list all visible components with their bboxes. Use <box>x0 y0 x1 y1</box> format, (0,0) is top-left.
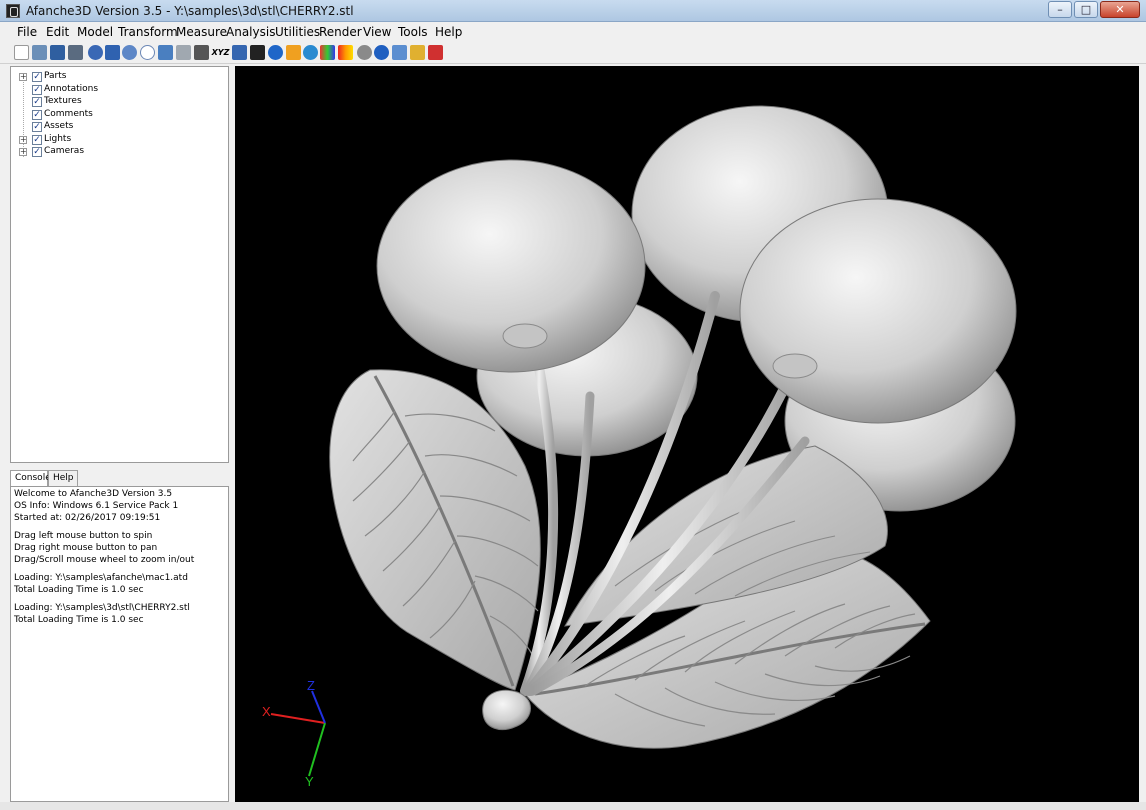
axes-triad: X Y Z <box>262 678 326 789</box>
color-bar-icon[interactable] <box>338 45 353 60</box>
y-axis <box>308 722 326 777</box>
tree-item-label: Comments <box>44 108 93 119</box>
tree-item-textures[interactable]: ✓ Textures <box>11 96 211 109</box>
console-line: Drag/Scroll mouse wheel to zoom in/out <box>14 555 195 565</box>
minimize-button[interactable]: – <box>1048 1 1072 18</box>
tree-item-assets[interactable]: ✓ Assets <box>11 121 211 134</box>
new-icon[interactable] <box>14 45 29 60</box>
checkbox-checked-icon[interactable]: ✓ <box>32 134 42 145</box>
right-edge <box>1139 66 1146 802</box>
maximize-button[interactable]: □ <box>1074 1 1098 18</box>
console-line: Loading: Y:\samples\afanche\mac1.atd <box>14 573 188 583</box>
tab-help[interactable]: Help <box>48 470 78 486</box>
y-axis-label: Y <box>305 774 314 789</box>
checkbox-checked-icon[interactable]: ✓ <box>32 147 42 157</box>
x-axis <box>270 713 326 724</box>
console-line: Drag right mouse button to pan <box>14 543 158 553</box>
checkbox-checked-icon[interactable]: ✓ <box>32 97 42 107</box>
save-icon[interactable] <box>50 45 65 60</box>
menu-edit[interactable]: Edit <box>46 25 69 39</box>
z-axis-label: Z <box>307 678 315 693</box>
layers-icon[interactable] <box>158 45 173 60</box>
console-output: Welcome to Afanche3D Version 3.5 OS Info… <box>10 486 229 802</box>
menu-measure[interactable]: Measure <box>176 25 227 39</box>
comment-icon[interactable] <box>140 45 155 60</box>
menu-analysis[interactable]: Analysis <box>226 25 275 39</box>
z-axis <box>311 690 326 724</box>
tree-item-label: Textures <box>44 96 82 106</box>
3d-viewport[interactable]: X Y Z <box>235 66 1139 802</box>
menu-file[interactable]: File <box>17 25 37 39</box>
help-icon[interactable] <box>374 45 389 60</box>
model-tree: + ✓ Parts ✓ Annotations ✓ Textures ✓ Com… <box>10 66 229 463</box>
measure-icon[interactable] <box>232 45 247 60</box>
console-line: Drag left mouse button to spin <box>14 531 153 541</box>
menu-bar: File Edit Model Transform Measure Analys… <box>0 22 1146 42</box>
open-icon[interactable] <box>32 45 47 60</box>
console-line: Total Loading Time is 1.0 sec <box>14 615 144 625</box>
cherry-model-render: X Y Z <box>262 105 1017 789</box>
console-line: Started at: 02/26/2017 09:19:51 <box>14 513 161 523</box>
snapshot-icon[interactable] <box>286 45 301 60</box>
tree-item-parts[interactable]: + ✓ Parts <box>11 71 211 84</box>
pen-icon[interactable] <box>410 45 425 60</box>
expand-icon[interactable]: + <box>19 148 27 156</box>
tree-item-label: Lights <box>44 133 72 144</box>
link-icon[interactable] <box>122 45 137 60</box>
stem-knot <box>482 689 531 730</box>
status-bar <box>0 802 1146 810</box>
checkbox-checked-icon[interactable]: ✓ <box>32 122 42 132</box>
console-line: Total Loading Time is 1.0 sec <box>14 585 144 595</box>
xyz-icon[interactable]: XYZ <box>212 45 230 60</box>
menu-transform[interactable]: Transform <box>118 25 178 39</box>
camera-icon[interactable] <box>194 45 209 60</box>
tab-console[interactable]: Console <box>10 470 51 487</box>
console-line: Loading: Y:\samples\3d\stl\CHERRY2.stl <box>14 603 190 613</box>
printer-icon[interactable] <box>176 45 191 60</box>
export-icon[interactable] <box>428 45 443 60</box>
mail-icon[interactable] <box>392 45 407 60</box>
tree-item-comments[interactable]: ✓ Comments <box>11 109 211 122</box>
checkbox-checked-icon[interactable]: ✓ <box>32 72 42 82</box>
tree-item-annotations[interactable]: ✓ Annotations <box>11 84 211 97</box>
menu-view[interactable]: View <box>363 25 391 39</box>
console-line: OS Info: Windows 6.1 Service Pack 1 <box>14 501 179 511</box>
cherry-stem-socket <box>502 323 548 349</box>
app-icon <box>6 4 20 18</box>
print-icon[interactable] <box>68 45 83 60</box>
tree-item-lights[interactable]: + ✓ Lights <box>11 134 211 147</box>
menu-utilities[interactable]: Utilities <box>275 25 320 39</box>
x-axis-label: X <box>262 704 271 719</box>
checkbox-checked-icon[interactable]: ✓ <box>32 109 42 120</box>
redo-icon[interactable] <box>105 45 120 60</box>
console-line: Welcome to Afanche3D Version 3.5 <box>14 489 173 499</box>
menu-help[interactable]: Help <box>435 25 462 39</box>
tree-item-cameras[interactable]: + ✓ Cameras <box>11 146 211 159</box>
film-icon[interactable] <box>250 45 265 60</box>
menu-model[interactable]: Model <box>77 25 113 39</box>
menu-tools[interactable]: Tools <box>398 25 428 39</box>
gear-icon[interactable] <box>357 45 372 60</box>
tree-item-label: Parts <box>44 71 67 81</box>
tree-item-label: Annotations <box>44 83 99 94</box>
title-bar: Afanche3D Version 3.5 - Y:\samples\3d\st… <box>0 0 1146 22</box>
refresh-icon[interactable] <box>303 45 318 60</box>
expand-icon[interactable]: + <box>19 135 27 144</box>
menu-render[interactable]: Render <box>319 25 362 39</box>
expand-icon[interactable]: + <box>19 73 27 81</box>
palette-icon[interactable] <box>320 45 335 60</box>
cherry-front-right <box>739 198 1017 424</box>
window-title: Afanche3D Version 3.5 - Y:\samples\3d\st… <box>26 4 354 18</box>
info-icon[interactable] <box>268 45 283 60</box>
tree-item-label: Assets <box>44 121 74 131</box>
cherry-stem-socket <box>772 353 818 379</box>
toolbar: XYZ <box>0 42 1146 64</box>
undo-icon[interactable] <box>88 45 103 60</box>
checkbox-checked-icon[interactable]: ✓ <box>32 84 42 95</box>
close-button[interactable]: ✕ <box>1100 1 1140 18</box>
tree-item-label: Cameras <box>44 146 85 156</box>
